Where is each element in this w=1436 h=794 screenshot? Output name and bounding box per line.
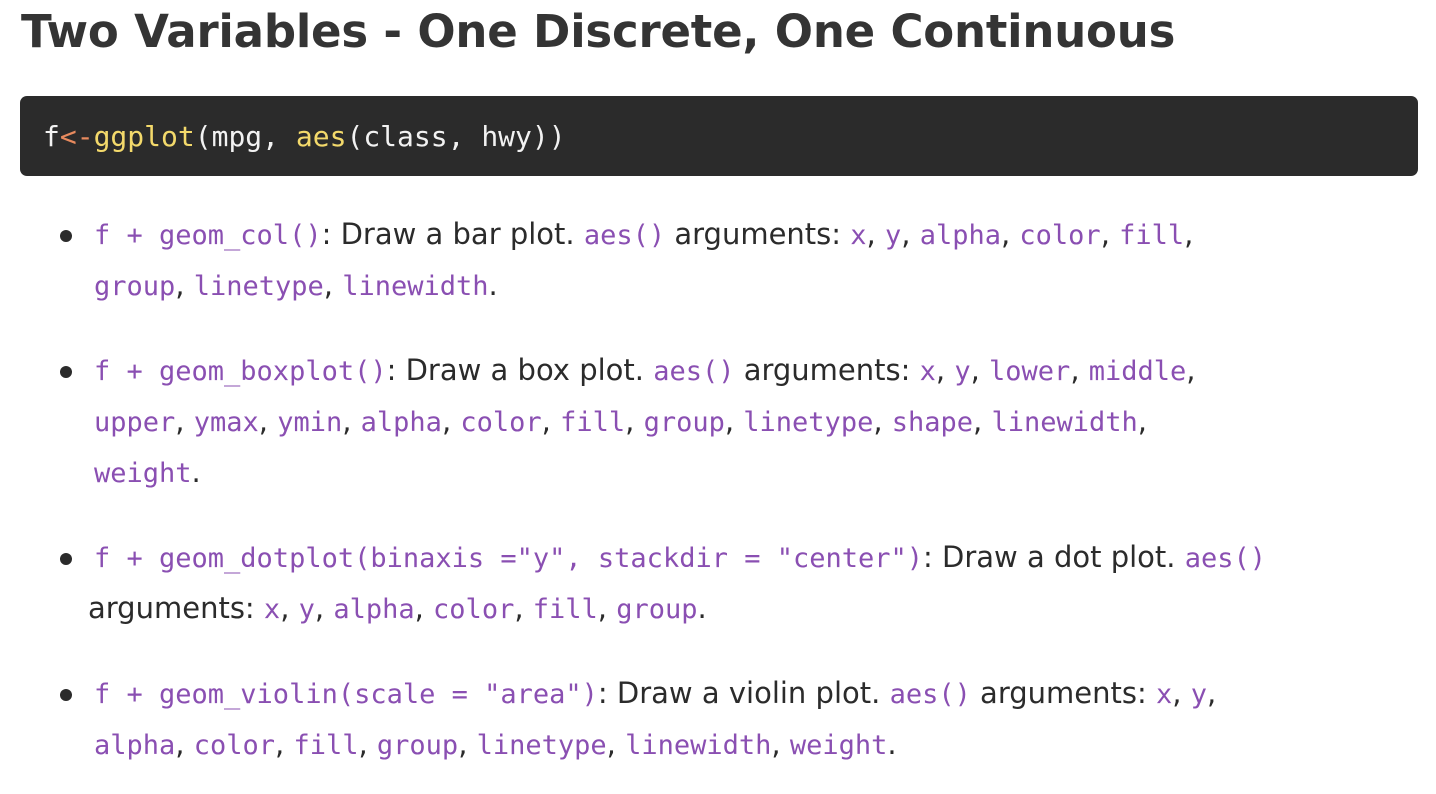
arg-linewidth: linewidth bbox=[342, 271, 489, 302]
arg-group: group bbox=[643, 407, 725, 438]
geom-call: f + geom_dotplot(binaxis ="y", stackdir … bbox=[94, 543, 924, 574]
arg-x: x bbox=[1155, 679, 1173, 710]
list-item-line: f + geom_col(): Draw a bar plot. aes() a… bbox=[94, 217, 1194, 251]
arg-fill: fill bbox=[532, 594, 598, 625]
arg-shape: shape bbox=[891, 407, 974, 438]
aes-code: aes() bbox=[583, 220, 666, 251]
arg-weight: weight bbox=[94, 458, 192, 489]
arg-linetype: linetype bbox=[743, 407, 874, 438]
arg-linetype: linetype bbox=[193, 271, 324, 302]
list-item-line: upper, ymax, ymin, alpha, color, fill, g… bbox=[94, 404, 1148, 438]
arg-color: color bbox=[460, 407, 542, 438]
arg-ymax: ymax bbox=[193, 407, 259, 438]
arg-y: y bbox=[298, 594, 315, 625]
arguments-label: arguments: bbox=[970, 676, 1156, 710]
code-fn-ggplot: ggplot bbox=[93, 119, 195, 153]
code-fn-aes: aes bbox=[295, 119, 347, 153]
aes-code: aes() bbox=[1184, 543, 1267, 574]
code-assign-operator: <- bbox=[59, 119, 94, 153]
geom-call: f + geom_violin(scale = "area") bbox=[94, 679, 598, 710]
arg-lower: lower bbox=[989, 356, 1071, 387]
bullet-dot bbox=[60, 230, 72, 242]
arguments-label: arguments: bbox=[665, 217, 851, 251]
arg-group: group bbox=[94, 271, 176, 302]
arg-alpha: alpha bbox=[360, 407, 442, 438]
arg-x: x bbox=[919, 356, 936, 387]
list-item-line: f + geom_violin(scale = "area"): Draw a … bbox=[94, 676, 1217, 710]
arg-color: color bbox=[433, 594, 515, 625]
arg-fill: fill bbox=[1119, 220, 1185, 251]
arg-middle: middle bbox=[1088, 356, 1187, 387]
list-item-line: alpha, color, fill, group, linetype, lin… bbox=[94, 727, 897, 761]
geom-call: f + geom_boxplot() bbox=[94, 356, 387, 387]
list-item-line: f + geom_dotplot(binaxis ="y", stackdir … bbox=[94, 537, 1266, 579]
arg-fill: fill bbox=[560, 407, 626, 438]
page-title: Two Variables - One Discrete, One Contin… bbox=[21, 5, 1176, 58]
arg-ymin: ymin bbox=[277, 407, 343, 438]
arg-color: color bbox=[193, 730, 275, 761]
arg-group: group bbox=[376, 730, 459, 761]
arg-alpha: alpha bbox=[333, 594, 415, 625]
arg-alpha: alpha bbox=[94, 730, 176, 761]
arg-y: y bbox=[884, 220, 902, 251]
arg-linetype: linetype bbox=[476, 730, 607, 761]
geom-description: : Draw a violin plot. bbox=[597, 676, 890, 710]
list-item-line: weight. bbox=[94, 455, 201, 489]
arg-x: x bbox=[850, 220, 867, 251]
arg-weight: weight bbox=[789, 730, 888, 761]
geom-description: : Draw a bar plot. bbox=[321, 217, 584, 251]
arg-upper: upper bbox=[94, 407, 176, 438]
arg-group: group bbox=[616, 594, 698, 625]
bullet-dot bbox=[60, 366, 72, 378]
geom-call: f + geom_col() bbox=[94, 220, 322, 251]
arg-y: y bbox=[1190, 679, 1207, 710]
geom-description: : Draw a box plot. bbox=[386, 353, 654, 387]
arg-color: color bbox=[1019, 220, 1101, 251]
arg-y: y bbox=[954, 356, 971, 387]
list-item-line: arguments: x, y, alpha, color, fill, gro… bbox=[88, 591, 707, 625]
arg-linewidth: linewidth bbox=[625, 730, 772, 761]
arguments-label: arguments: bbox=[734, 353, 920, 387]
code-var: f bbox=[43, 119, 60, 153]
aes-code: aes() bbox=[889, 679, 971, 710]
geom-description: : Draw a dot plot. bbox=[923, 540, 1185, 574]
arg-x: x bbox=[263, 594, 281, 625]
bullet-dot bbox=[60, 553, 72, 565]
code-args-2: (class, hwy)) bbox=[346, 119, 566, 153]
list-item-line: f + geom_boxplot(): Draw a box plot. aes… bbox=[94, 353, 1196, 387]
aes-code: aes() bbox=[653, 356, 735, 387]
arguments-label: arguments: bbox=[88, 591, 264, 625]
bullet-dot bbox=[60, 689, 72, 701]
arg-fill: fill bbox=[293, 730, 359, 761]
arg-linewidth: linewidth bbox=[991, 407, 1138, 438]
code-args-1: (mpg, bbox=[194, 119, 296, 153]
list-item-line: group, linetype, linewidth. bbox=[94, 268, 498, 302]
code-block: f <- ggplot (mpg, aes (class, hwy)) bbox=[20, 96, 1418, 176]
arg-alpha: alpha bbox=[919, 220, 1001, 251]
